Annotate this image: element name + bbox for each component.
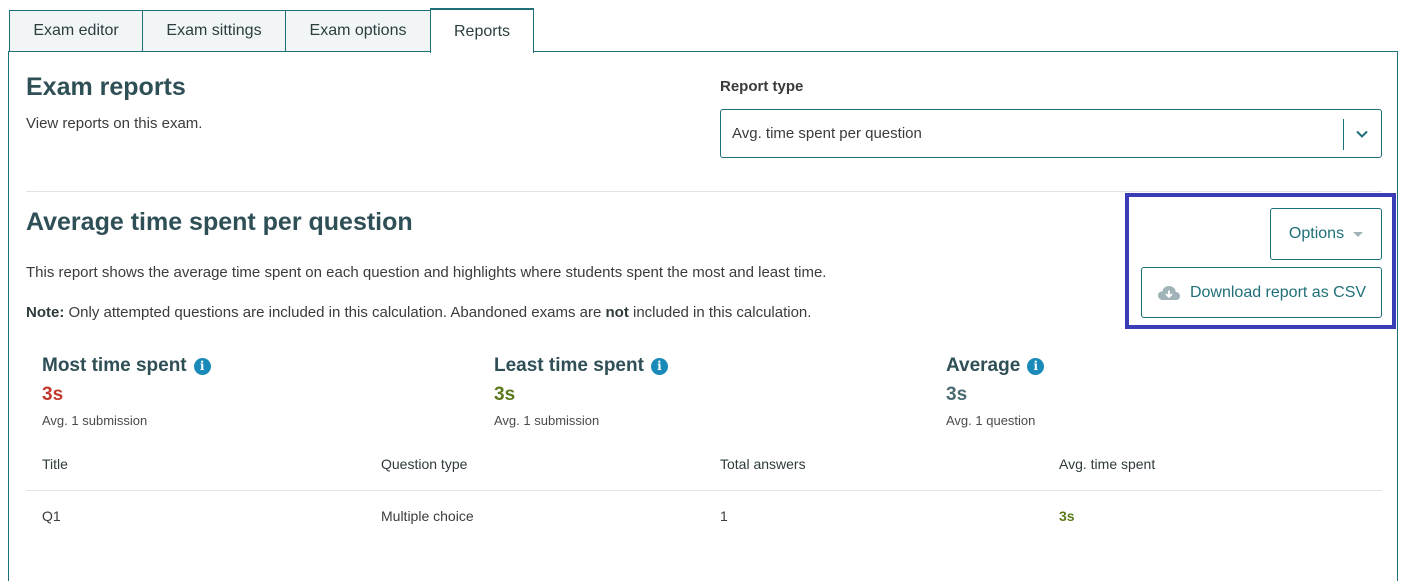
stat-sub: Avg. 1 submission	[494, 413, 600, 428]
tab-label: Exam editor	[33, 22, 119, 39]
info-icon[interactable]: i	[193, 357, 211, 375]
note-text: Only attempted questions are included in…	[64, 304, 606, 321]
cell-question-type: Multiple choice	[381, 508, 474, 524]
tab-label: Exam options	[309, 22, 407, 39]
note-label: Note:	[26, 304, 65, 321]
page-title: Exam reports	[26, 73, 186, 101]
tab-exam-editor[interactable]: Exam editor	[9, 10, 143, 51]
stat-most-time: Most time spent i 3s Avg. 1 submission	[42, 355, 211, 428]
note-emphasis: not	[605, 304, 629, 321]
report-type-label: Report type	[720, 78, 804, 95]
stat-title-text: Average	[946, 355, 1021, 376]
cell-total-answers: 1	[720, 508, 728, 524]
stat-least-time: Least time spent i 3s Avg. 1 submission	[494, 355, 668, 428]
note-text-end: included in this calculation.	[628, 304, 812, 321]
highlight-box	[1125, 193, 1396, 329]
stat-title-text: Least time spent	[494, 355, 644, 376]
stat-title-text: Most time spent	[42, 355, 187, 376]
tab-exam-sittings[interactable]: Exam sittings	[142, 10, 286, 51]
info-icon[interactable]: i	[650, 357, 668, 375]
report-type-select[interactable]: Avg. time spent per question	[720, 109, 1382, 158]
stat-title: Least time spent i	[494, 355, 668, 377]
column-header-title[interactable]: Title	[42, 456, 68, 472]
page-subtitle: View reports on this exam.	[26, 115, 203, 132]
tab-label: Exam sittings	[166, 22, 262, 39]
tab-label: Reports	[453, 22, 511, 40]
table-divider	[26, 490, 1382, 491]
divider	[26, 191, 1382, 192]
info-icon[interactable]: i	[1027, 357, 1045, 375]
stat-average: Average i 3s Avg. 1 question	[946, 355, 1045, 428]
tab-exam-options[interactable]: Exam options	[285, 10, 431, 51]
stat-title: Most time spent i	[42, 355, 211, 377]
stat-sub: Avg. 1 question	[946, 413, 1036, 428]
report-type-value: Avg. time spent per question	[732, 125, 922, 142]
chevron-down-icon	[1356, 130, 1368, 138]
stat-value: 3s	[946, 384, 968, 405]
stat-value: 3s	[494, 384, 516, 405]
column-header-question-type[interactable]: Question type	[381, 456, 467, 472]
stat-title: Average i	[946, 355, 1045, 377]
cell-avg-time: 3s	[1059, 508, 1075, 524]
report-note: Note: Only attempted questions are inclu…	[26, 304, 811, 321]
cell-title[interactable]: Q1	[42, 508, 61, 524]
report-title: Average time spent per question	[26, 208, 413, 236]
tab-reports[interactable]: Reports	[430, 8, 534, 53]
column-header-total-answers[interactable]: Total answers	[720, 456, 806, 472]
column-header-avg-time[interactable]: Avg. time spent	[1059, 456, 1155, 472]
select-divider	[1343, 119, 1344, 150]
stat-value: 3s	[42, 384, 64, 405]
report-description: This report shows the average time spent…	[26, 264, 827, 281]
stat-sub: Avg. 1 submission	[42, 413, 148, 428]
